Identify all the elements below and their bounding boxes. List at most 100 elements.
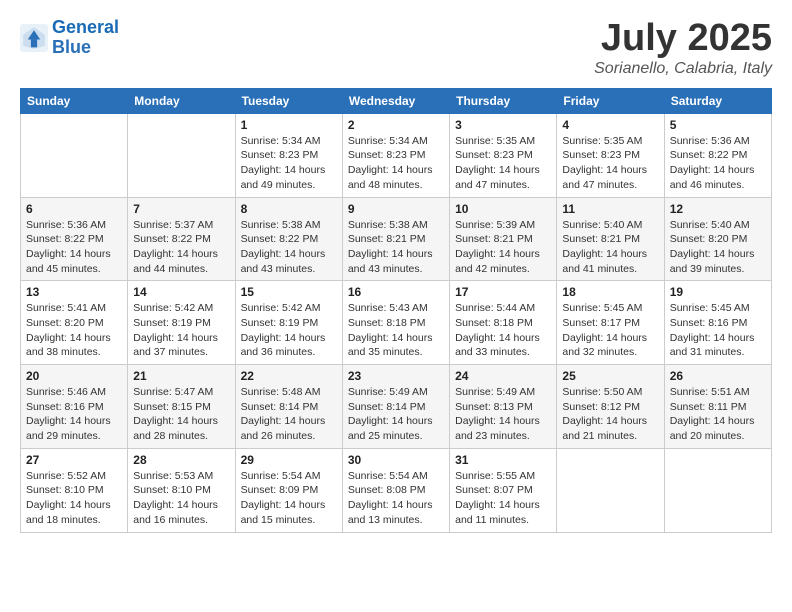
day-number: 16 [348,285,444,299]
day-info: Sunrise: 5:34 AMSunset: 8:23 PMDaylight:… [241,134,337,193]
day-number: 11 [562,202,658,216]
calendar-cell: 11 Sunrise: 5:40 AMSunset: 8:21 PMDayligh… [557,197,664,281]
calendar-cell [664,448,771,532]
calendar-cell: 20 Sunrise: 5:46 AMSunset: 8:16 PMDayligh… [21,365,128,449]
day-info: Sunrise: 5:35 AMSunset: 8:23 PMDaylight:… [455,134,551,193]
day-number: 22 [241,369,337,383]
calendar-cell: 15Sunrise: 5:42 AMSunset: 8:19 PMDayligh… [235,281,342,365]
calendar-cell: 12 Sunrise: 5:40 AMSunset: 8:20 PMDayligh… [664,197,771,281]
day-number: 25 [562,369,658,383]
calendar-cell: 4Sunrise: 5:35 AMSunset: 8:23 PMDaylight… [557,113,664,197]
day-number: 9 [348,202,444,216]
day-info: Sunrise: 5:40 AMSunset: 8:20 PMDaylight:… [670,218,766,277]
col-wednesday: Wednesday [342,88,449,113]
day-info: Sunrise: 5:48 AMSunset: 8:14 PMDaylight:… [241,385,337,444]
day-number: 2 [348,118,444,132]
calendar-cell: 23Sunrise: 5:49 AMSunset: 8:14 PMDayligh… [342,365,449,449]
day-info: Sunrise: 5:50 AMSunset: 8:12 PMDaylight:… [562,385,658,444]
day-number: 10 [455,202,551,216]
day-number: 31 [455,453,551,467]
day-info: Sunrise: 5:46 AMSunset: 8:16 PMDaylight:… [26,385,122,444]
day-info: Sunrise: 5:35 AMSunset: 8:23 PMDaylight:… [562,134,658,193]
col-friday: Friday [557,88,664,113]
calendar-cell: 6 Sunrise: 5:36 AMSunset: 8:22 PMDaylight… [21,197,128,281]
day-number: 19 [670,285,766,299]
week-row-2: 6 Sunrise: 5:36 AMSunset: 8:22 PMDaylight… [21,197,772,281]
calendar-table: Sunday Monday Tuesday Wednesday Thursday… [20,88,772,533]
calendar-cell [128,113,235,197]
location-subtitle: Sorianello, Calabria, Italy [594,60,772,78]
day-number: 15 [241,285,337,299]
day-number: 27 [26,453,122,467]
day-number: 24 [455,369,551,383]
day-info: Sunrise: 5:54 AMSunset: 8:09 PMDaylight:… [241,469,337,528]
day-number: 5 [670,118,766,132]
day-number: 26 [670,369,766,383]
day-info: Sunrise: 5:37 AMSunset: 8:22 PMDaylight:… [133,218,229,277]
calendar-cell: 5 Sunrise: 5:36 AMSunset: 8:22 PMDaylight… [664,113,771,197]
day-number: 30 [348,453,444,467]
logo-line1: General [52,18,119,38]
logo: General Blue [20,18,119,58]
logo-line2: Blue [52,38,119,58]
day-info: Sunrise: 5:36 AMSunset: 8:22 PMDaylight:… [26,218,122,277]
day-number: 14 [133,285,229,299]
calendar-cell: 25 Sunrise: 5:50 AMSunset: 8:12 PMDayligh… [557,365,664,449]
col-tuesday: Tuesday [235,88,342,113]
day-info: Sunrise: 5:41 AMSunset: 8:20 PMDaylight:… [26,301,122,360]
day-info: Sunrise: 5:52 AMSunset: 8:10 PMDaylight:… [26,469,122,528]
calendar-cell: 18Sunrise: 5:45 AMSunset: 8:17 PMDayligh… [557,281,664,365]
day-info: Sunrise: 5:38 AMSunset: 8:22 PMDaylight:… [241,218,337,277]
day-info: Sunrise: 5:53 AMSunset: 8:10 PMDaylight:… [133,469,229,528]
calendar-cell: 10 Sunrise: 5:39 AMSunset: 8:21 PMDayligh… [450,197,557,281]
day-info: Sunrise: 5:36 AMSunset: 8:22 PMDaylight:… [670,134,766,193]
day-info: Sunrise: 5:38 AMSunset: 8:21 PMDaylight:… [348,218,444,277]
day-info: Sunrise: 5:40 AMSunset: 8:21 PMDaylight:… [562,218,658,277]
day-info: Sunrise: 5:42 AMSunset: 8:19 PMDaylight:… [133,301,229,360]
day-number: 21 [133,369,229,383]
calendar-cell: 24 Sunrise: 5:49 AMSunset: 8:13 PMDayligh… [450,365,557,449]
col-monday: Monday [128,88,235,113]
day-number: 13 [26,285,122,299]
day-info: Sunrise: 5:49 AMSunset: 8:14 PMDaylight:… [348,385,444,444]
col-thursday: Thursday [450,88,557,113]
week-row-4: 20 Sunrise: 5:46 AMSunset: 8:16 PMDayligh… [21,365,772,449]
calendar-cell: 3 Sunrise: 5:35 AMSunset: 8:23 PMDaylight… [450,113,557,197]
col-saturday: Saturday [664,88,771,113]
header: General Blue July 2025 Sorianello, Calab… [20,18,772,78]
calendar-cell: 26Sunrise: 5:51 AMSunset: 8:11 PMDayligh… [664,365,771,449]
calendar-cell: 27 Sunrise: 5:52 AMSunset: 8:10 PMDayligh… [21,448,128,532]
week-row-3: 13 Sunrise: 5:41 AMSunset: 8:20 PMDayligh… [21,281,772,365]
calendar-cell: 8Sunrise: 5:38 AMSunset: 8:22 PMDaylight… [235,197,342,281]
col-sunday: Sunday [21,88,128,113]
calendar-cell: 30 Sunrise: 5:54 AMSunset: 8:08 PMDayligh… [342,448,449,532]
week-row-1: 1 Sunrise: 5:34 AMSunset: 8:23 PMDaylight… [21,113,772,197]
title-block: July 2025 Sorianello, Calabria, Italy [594,18,772,78]
calendar-cell: 31Sunrise: 5:55 AMSunset: 8:07 PMDayligh… [450,448,557,532]
day-info: Sunrise: 5:39 AMSunset: 8:21 PMDaylight:… [455,218,551,277]
day-info: Sunrise: 5:47 AMSunset: 8:15 PMDaylight:… [133,385,229,444]
day-info: Sunrise: 5:44 AMSunset: 8:18 PMDaylight:… [455,301,551,360]
day-number: 3 [455,118,551,132]
calendar-cell: 28 Sunrise: 5:53 AMSunset: 8:10 PMDayligh… [128,448,235,532]
day-number: 1 [241,118,337,132]
day-number: 12 [670,202,766,216]
logo-icon [20,24,48,52]
calendar-cell: 19Sunrise: 5:45 AMSunset: 8:16 PMDayligh… [664,281,771,365]
calendar-cell: 7Sunrise: 5:37 AMSunset: 8:22 PMDaylight… [128,197,235,281]
calendar-cell: 17 Sunrise: 5:44 AMSunset: 8:18 PMDayligh… [450,281,557,365]
day-number: 6 [26,202,122,216]
day-number: 20 [26,369,122,383]
calendar-header-row: Sunday Monday Tuesday Wednesday Thursday… [21,88,772,113]
day-number: 29 [241,453,337,467]
calendar-cell: 1 Sunrise: 5:34 AMSunset: 8:23 PMDaylight… [235,113,342,197]
day-info: Sunrise: 5:54 AMSunset: 8:08 PMDaylight:… [348,469,444,528]
week-row-5: 27 Sunrise: 5:52 AMSunset: 8:10 PMDayligh… [21,448,772,532]
day-info: Sunrise: 5:49 AMSunset: 8:13 PMDaylight:… [455,385,551,444]
day-info: Sunrise: 5:43 AMSunset: 8:18 PMDaylight:… [348,301,444,360]
day-number: 18 [562,285,658,299]
calendar-cell [557,448,664,532]
day-number: 28 [133,453,229,467]
calendar-cell: 16 Sunrise: 5:43 AMSunset: 8:18 PMDayligh… [342,281,449,365]
day-number: 17 [455,285,551,299]
